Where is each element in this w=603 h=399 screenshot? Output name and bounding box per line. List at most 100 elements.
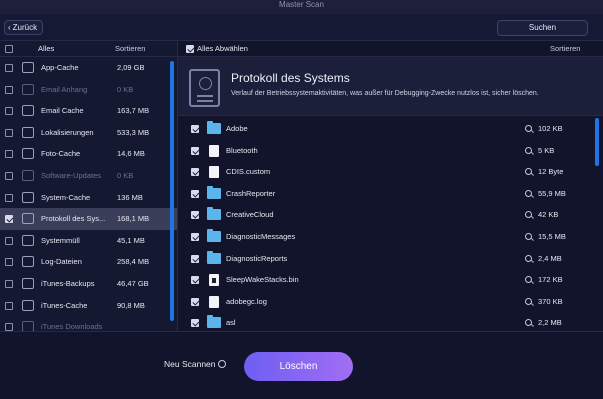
- file-sort-button[interactable]: Sortieren: [550, 41, 580, 57]
- search-input[interactable]: Suchen: [497, 20, 588, 36]
- magnifier-icon[interactable]: [525, 254, 532, 262]
- category-row[interactable]: Email Anhang 0 KB: [0, 79, 177, 101]
- deselect-all-checkbox[interactable]: [186, 45, 194, 53]
- category-name: Foto-Cache: [41, 149, 81, 159]
- category-row[interactable]: Foto-Cache 14,6 MB: [0, 143, 177, 165]
- file-checkbox[interactable]: [191, 297, 199, 306]
- magnifier-icon[interactable]: [525, 125, 532, 132]
- category-checkbox[interactable]: [5, 171, 13, 180]
- category-checkbox[interactable]: [5, 64, 13, 72]
- file-row[interactable]: CDIS.custom 12 Byte: [178, 161, 603, 183]
- file-row[interactable]: SleepWakeStacks.bin 172 KB: [178, 269, 603, 291]
- category-row[interactable]: Systemmüll 45,1 MB: [0, 230, 177, 252]
- file-row[interactable]: DiagnosticReports 2,4 MB: [178, 248, 603, 270]
- category-checkbox[interactable]: [5, 128, 13, 137]
- category-checkbox[interactable]: [5, 279, 13, 288]
- category-name: Software-Updates: [41, 170, 102, 180]
- category-checkbox[interactable]: [5, 258, 13, 267]
- category-size: 14,6 MB: [117, 149, 145, 159]
- category-checkbox[interactable]: [5, 301, 13, 310]
- file-checkbox[interactable]: [191, 189, 199, 198]
- file-row[interactable]: asl 2,2 MB: [178, 312, 603, 331]
- file-row[interactable]: adobegc.log 370 KB: [178, 291, 603, 313]
- file-checkbox[interactable]: [191, 254, 199, 263]
- category-title: Protokoll des Systems: [231, 71, 350, 85]
- category-row[interactable]: App-Cache 2,09 GB: [0, 57, 177, 79]
- back-button[interactable]: ‹ Zurück: [4, 20, 43, 35]
- file-row[interactable]: CreativeCloud 42 KB: [178, 204, 603, 226]
- magnifier-icon[interactable]: [525, 211, 532, 219]
- category-row[interactable]: Software-Updates 0 KB: [0, 165, 177, 187]
- folder-icon: [207, 121, 221, 134]
- file-checkbox[interactable]: [191, 232, 199, 241]
- file-checkbox[interactable]: [191, 146, 199, 155]
- category-size: 136 MB: [117, 192, 143, 202]
- file-name: asl: [226, 318, 236, 328]
- category-size: 46,47 GB: [117, 278, 149, 288]
- file-checkbox[interactable]: [191, 211, 199, 220]
- category-icon: [22, 105, 34, 117]
- file-size: 2,4 MB: [538, 253, 562, 263]
- category-name: System-Cache: [41, 192, 91, 202]
- file-checkbox[interactable]: [191, 168, 199, 177]
- file-size: 55,9 MB: [538, 188, 566, 198]
- file-size: 15,5 MB: [538, 231, 566, 241]
- file-row[interactable]: CrashReporter 55,9 MB: [178, 183, 603, 205]
- file-checkbox[interactable]: [191, 319, 199, 328]
- chevron-left-icon: ‹: [8, 23, 11, 32]
- category-icon: [22, 148, 34, 160]
- toolbar: ‹ Zurück Suchen: [0, 14, 603, 41]
- file-checkbox[interactable]: [191, 276, 199, 285]
- file-list: Adobe 102 KB Bluetooth 5 KB CDIS.custom 12 By…: [178, 118, 603, 331]
- category-row[interactable]: Log-Dateien 258,4 MB: [0, 251, 177, 273]
- category-row[interactable]: Lokalisierungen 533,3 MB: [0, 122, 177, 144]
- file-checkbox[interactable]: [191, 125, 199, 133]
- category-row[interactable]: Protokoll des Sys... 168,1 MB: [0, 208, 177, 230]
- file-scrollbar[interactable]: [595, 118, 599, 166]
- category-name: Email Anhang: [41, 84, 88, 94]
- category-row[interactable]: System-Cache 136 MB: [0, 187, 177, 209]
- file-row[interactable]: Bluetooth 5 KB: [178, 140, 603, 162]
- magnifier-icon[interactable]: [525, 319, 532, 327]
- category-name: Systemmüll: [41, 235, 80, 245]
- category-checkbox[interactable]: [5, 107, 13, 116]
- file-size: 42 KB: [538, 210, 559, 220]
- category-scrollbar[interactable]: [170, 61, 174, 321]
- sort-button[interactable]: Sortieren: [115, 41, 145, 57]
- category-row[interactable]: iTunes-Cache 90,8 MB: [0, 295, 177, 317]
- magnifier-icon[interactable]: [525, 189, 532, 197]
- category-header: Alles Sortieren: [0, 41, 177, 57]
- file-row[interactable]: Adobe 102 KB: [178, 118, 603, 140]
- magnifier-icon[interactable]: [525, 276, 532, 284]
- category-icon: [22, 321, 34, 331]
- folder-icon: [207, 185, 221, 199]
- category-row[interactable]: iTunes Downloads: [0, 316, 177, 331]
- category-list: App-Cache 2,09 GB Email Anhang 0 KB Email Ca…: [0, 57, 177, 331]
- delete-button[interactable]: Löschen: [244, 352, 353, 381]
- category-checkbox[interactable]: [5, 236, 13, 245]
- category-name: Lokalisierungen: [41, 127, 94, 137]
- file-name: CrashReporter: [226, 188, 276, 198]
- rescan-button[interactable]: Neu Scannen: [164, 359, 226, 369]
- category-checkbox[interactable]: [5, 193, 13, 202]
- magnifier-icon[interactable]: [525, 146, 532, 154]
- file-row[interactable]: DiagnosticMessages 15,5 MB: [178, 226, 603, 248]
- category-checkbox[interactable]: [5, 85, 13, 94]
- category-checkbox[interactable]: [5, 323, 13, 331]
- magnifier-icon[interactable]: [525, 297, 532, 305]
- folder-icon: [207, 315, 221, 329]
- magnifier-icon[interactable]: [525, 232, 532, 240]
- file-size: 12 Byte: [538, 167, 564, 177]
- footer: Neu Scannen Löschen: [0, 331, 603, 399]
- category-size: 163,7 MB: [117, 106, 150, 116]
- category-size: 168,1 MB: [117, 214, 150, 224]
- file-name: Bluetooth: [226, 145, 258, 155]
- document-icon: [207, 295, 219, 308]
- category-checkbox[interactable]: [5, 215, 13, 224]
- file-size: 370 KB: [538, 296, 563, 306]
- category-checkbox[interactable]: [5, 150, 13, 159]
- category-row[interactable]: Email Cache 163,7 MB: [0, 100, 177, 122]
- select-all-checkbox[interactable]: [5, 45, 13, 53]
- category-row[interactable]: iTunes-Backups 46,47 GB: [0, 273, 177, 295]
- magnifier-icon[interactable]: [525, 168, 532, 176]
